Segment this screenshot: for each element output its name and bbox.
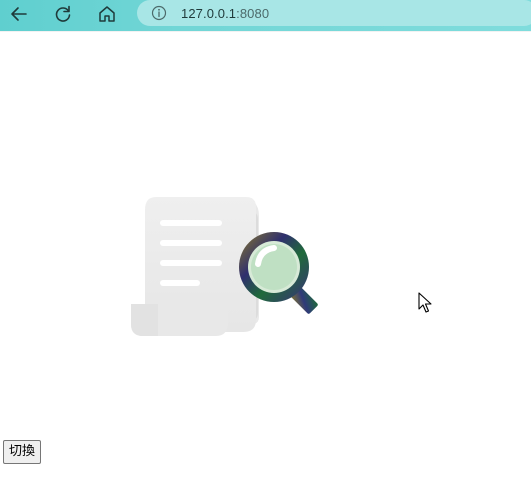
home-icon bbox=[99, 6, 115, 22]
home-button[interactable] bbox=[92, 0, 122, 28]
back-arrow-icon bbox=[11, 7, 27, 21]
url-text[interactable]: 127.0.0.1:8080 bbox=[181, 6, 269, 21]
mouse-cursor-icon bbox=[418, 292, 432, 313]
url-port: :8080 bbox=[236, 5, 270, 21]
url-host: 127.0.0.1 bbox=[181, 5, 237, 21]
address-bar[interactable]: 127.0.0.1:8080 bbox=[137, 0, 531, 26]
back-button[interactable] bbox=[4, 0, 34, 28]
browser-toolbar: 127.0.0.1:8080 bbox=[0, 0, 531, 31]
switch-button[interactable]: 切換 bbox=[3, 440, 42, 464]
reload-icon bbox=[55, 5, 71, 22]
empty-state-illustration bbox=[128, 192, 333, 342]
reload-button[interactable] bbox=[48, 0, 78, 28]
info-icon[interactable] bbox=[151, 5, 167, 21]
